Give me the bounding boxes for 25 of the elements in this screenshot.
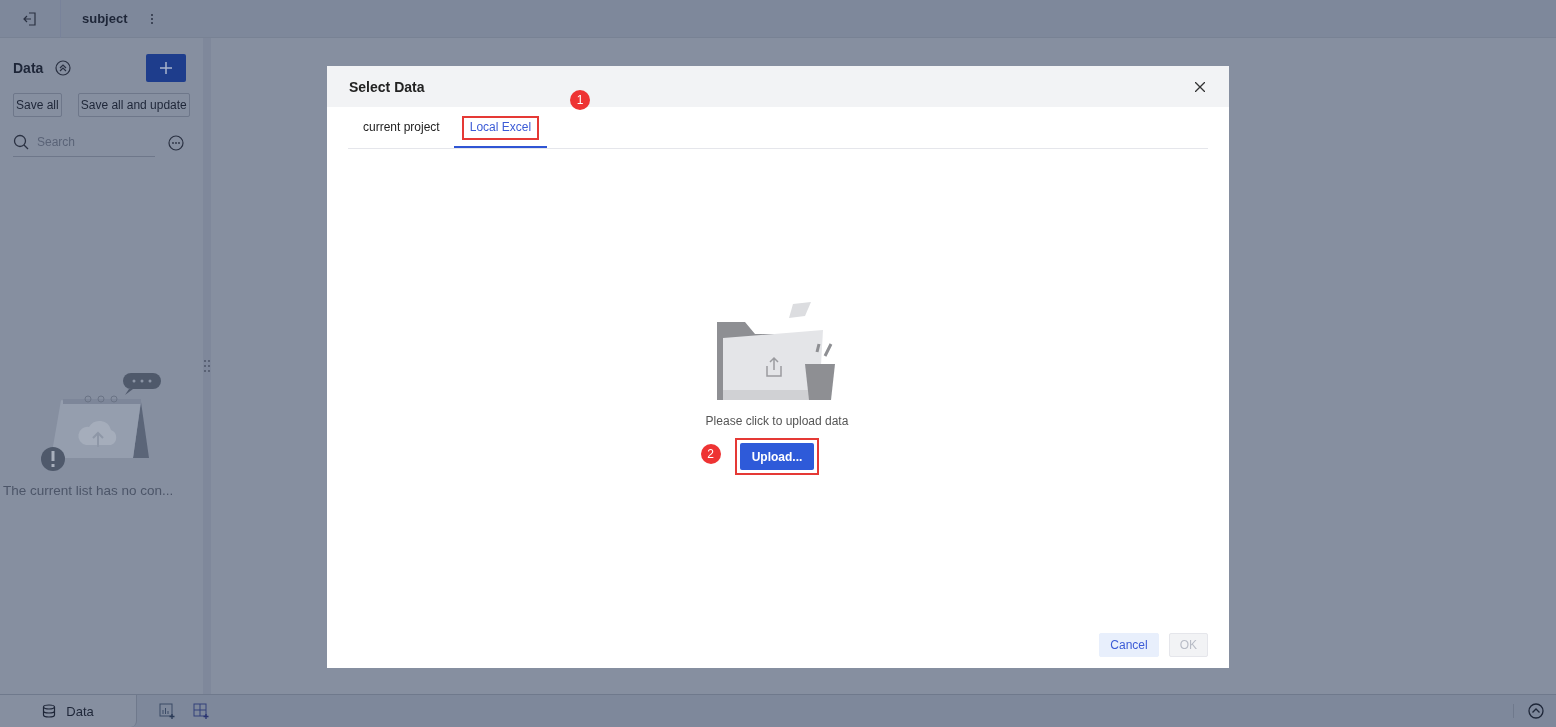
add-button[interactable] <box>146 54 186 82</box>
tab[interactable]: Local Excel <box>453 108 548 148</box>
drag-handle-icon[interactable] <box>204 360 210 372</box>
add-table-icon[interactable] <box>193 703 209 719</box>
exit-icon[interactable] <box>23 11 37 26</box>
database-icon <box>42 704 57 718</box>
add-chart-icon[interactable] <box>159 703 175 719</box>
search-icon <box>13 134 29 150</box>
save-button[interactable]: Save all and update <box>77 93 190 117</box>
more-icon[interactable] <box>168 134 184 151</box>
collapse-icon[interactable] <box>55 60 72 76</box>
cancel-button[interactable]: Cancel <box>1099 633 1159 657</box>
save-button[interactable]: Save all <box>13 93 62 117</box>
plus-icon <box>160 62 172 74</box>
upload-hint: Please click to upload data <box>705 414 849 428</box>
upload-button[interactable]: Upload... <box>739 443 815 470</box>
step-badge: 2 <box>700 444 721 464</box>
page-title: subject <box>82 11 128 26</box>
dialog-title: Select Data <box>349 78 425 95</box>
panel-title: Data <box>13 60 44 76</box>
more-icon[interactable] <box>149 12 154 25</box>
expand-icon[interactable] <box>1528 703 1544 719</box>
close-icon[interactable] <box>1195 81 1205 92</box>
sheet-tab[interactable]: Data <box>0 695 137 727</box>
tab[interactable]: current project <box>363 108 440 148</box>
